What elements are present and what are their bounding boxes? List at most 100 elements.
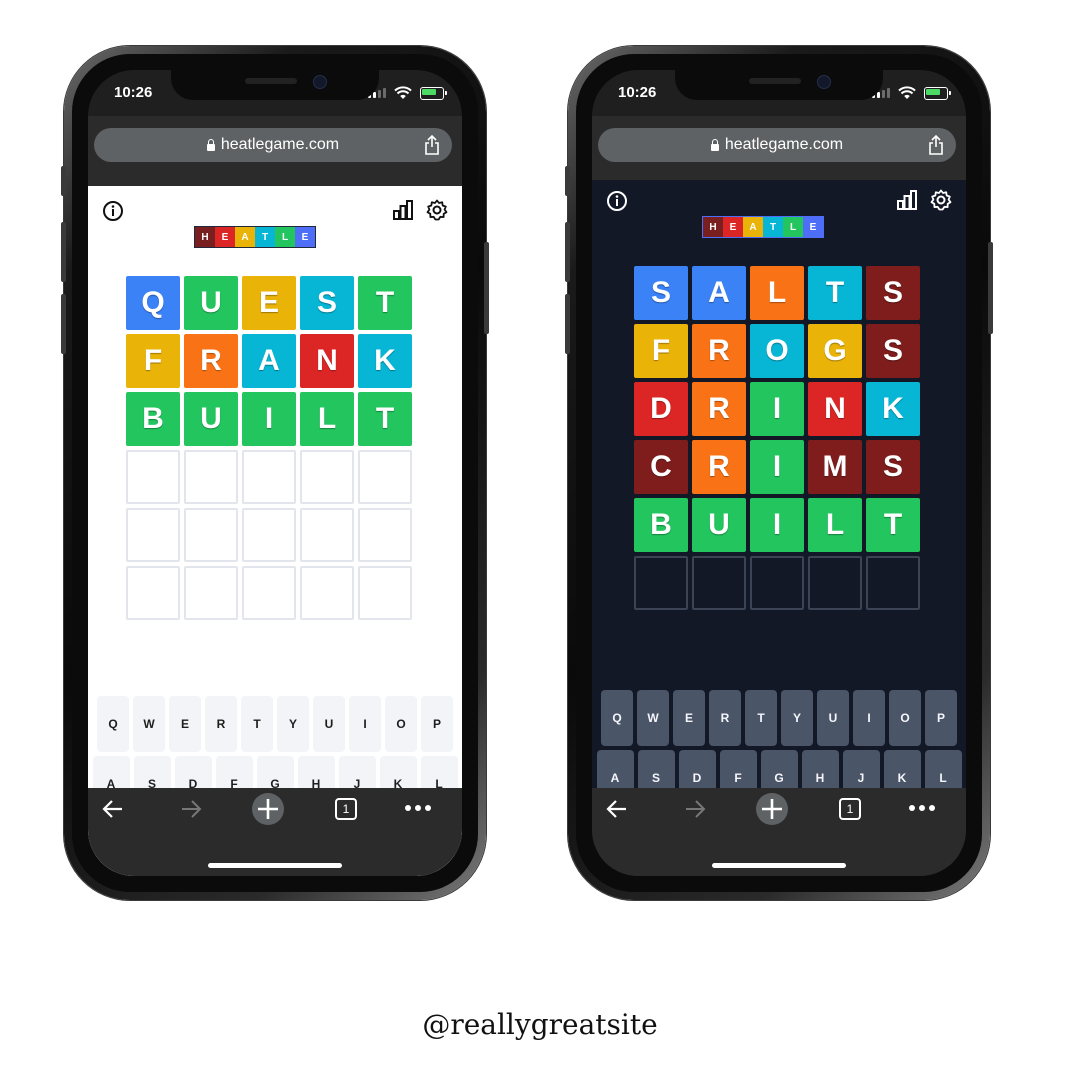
letter-tile: S [866, 266, 920, 320]
empty-tile [126, 450, 180, 504]
key-p[interactable]: P [925, 690, 957, 746]
empty-tile [300, 508, 354, 562]
letter-tile: I [750, 498, 804, 552]
share-icon[interactable] [424, 135, 440, 155]
url-text: heatlegame.com [724, 136, 844, 153]
letter-tile: I [750, 440, 804, 494]
empty-tile [866, 556, 920, 610]
letter-tile: I [242, 392, 296, 446]
back-arrow-icon[interactable] [604, 796, 630, 822]
key-t[interactable]: T [745, 690, 777, 746]
tabs-count-icon[interactable]: 1 [335, 798, 357, 820]
key-q[interactable]: Q [97, 696, 129, 752]
info-icon[interactable] [606, 190, 628, 212]
key-w[interactable]: W [133, 696, 165, 752]
key-e[interactable]: E [673, 690, 705, 746]
game-page: HEATLE SALTSFROGSDRINKCRIMSBUILT QWERTYU… [592, 180, 966, 876]
logo-letter: E [803, 217, 823, 237]
plus-icon[interactable] [251, 792, 285, 826]
url-bar[interactable]: heatlegame.com [94, 128, 452, 162]
letter-tile: L [808, 498, 862, 552]
letter-tile: R [692, 440, 746, 494]
letter-tile: A [692, 266, 746, 320]
status-time: 10:26 [618, 84, 657, 101]
empty-tile [808, 556, 862, 610]
battery-icon [924, 87, 951, 100]
letter-tile: K [866, 382, 920, 436]
key-u[interactable]: U [817, 690, 849, 746]
heatle-logo: HEATLE [702, 216, 824, 238]
key-y[interactable]: Y [781, 690, 813, 746]
letter-tile: I [750, 382, 804, 436]
heatle-logo: HEATLE [194, 226, 316, 248]
key-p[interactable]: P [421, 696, 453, 752]
url-text: heatlegame.com [220, 136, 340, 153]
empty-tile [184, 508, 238, 562]
letter-tile: N [300, 334, 354, 388]
key-t[interactable]: T [241, 696, 273, 752]
screen-light: 10:26 heatlegame.com HEATLE QUESTFRANKBU… [88, 70, 462, 876]
letter-tile: L [300, 392, 354, 446]
gear-icon[interactable] [426, 199, 448, 221]
key-o[interactable]: O [889, 690, 921, 746]
logo-letter: E [215, 227, 235, 247]
more-icon[interactable] [908, 804, 936, 812]
phone-dark: 10:26 heatlegame.com HEATLE SALTSFROGSDR… [565, 46, 993, 900]
empty-tile [126, 508, 180, 562]
letter-tile: S [634, 266, 688, 320]
empty-tile [300, 566, 354, 620]
forward-arrow-icon[interactable] [178, 796, 204, 822]
game-page: HEATLE QUESTFRANKBUILT QWERTYUIOPASDFGHJ… [88, 186, 462, 876]
key-y[interactable]: Y [277, 696, 309, 752]
screen-dark: 10:26 heatlegame.com HEATLE SALTSFROGSDR… [592, 70, 966, 876]
plus-icon[interactable] [755, 792, 789, 826]
more-icon[interactable] [404, 804, 432, 812]
wifi-icon [898, 86, 916, 99]
browser-toolbar: 1 [88, 788, 462, 876]
empty-tile [242, 508, 296, 562]
letter-tile: S [866, 324, 920, 378]
url-bar[interactable]: heatlegame.com [598, 128, 956, 162]
letter-tile: U [184, 392, 238, 446]
tabs-count-icon[interactable]: 1 [839, 798, 861, 820]
key-w[interactable]: W [637, 690, 669, 746]
stats-icon[interactable] [896, 189, 918, 211]
letter-tile: M [808, 440, 862, 494]
letter-tile: R [692, 382, 746, 436]
letter-tile: B [634, 498, 688, 552]
logo-letter: H [195, 227, 215, 247]
logo-letter: L [275, 227, 295, 247]
key-i[interactable]: I [853, 690, 885, 746]
stats-icon[interactable] [392, 199, 414, 221]
keyboard-row: QWERTYUIOP [88, 696, 462, 752]
key-r[interactable]: R [709, 690, 741, 746]
lock-icon [206, 138, 215, 151]
gear-icon[interactable] [930, 189, 952, 211]
home-indicator [712, 863, 846, 868]
key-i[interactable]: I [349, 696, 381, 752]
empty-tile [300, 450, 354, 504]
letter-tile: L [750, 266, 804, 320]
key-u[interactable]: U [313, 696, 345, 752]
info-icon[interactable] [102, 200, 124, 222]
empty-tile [358, 508, 412, 562]
share-icon[interactable] [928, 135, 944, 155]
key-e[interactable]: E [169, 696, 201, 752]
letter-tile: S [866, 440, 920, 494]
letter-tile: O [750, 324, 804, 378]
forward-arrow-icon[interactable] [682, 796, 708, 822]
letter-tile: F [126, 334, 180, 388]
empty-tile [358, 566, 412, 620]
key-r[interactable]: R [205, 696, 237, 752]
empty-tile [358, 450, 412, 504]
logo-letter: E [723, 217, 743, 237]
key-q[interactable]: Q [601, 690, 633, 746]
letter-tile: G [808, 324, 862, 378]
letter-tile: S [300, 276, 354, 330]
empty-tile [242, 450, 296, 504]
letter-tile: F [634, 324, 688, 378]
letter-tile: T [808, 266, 862, 320]
back-arrow-icon[interactable] [100, 796, 126, 822]
key-o[interactable]: O [385, 696, 417, 752]
battery-icon [420, 87, 447, 100]
